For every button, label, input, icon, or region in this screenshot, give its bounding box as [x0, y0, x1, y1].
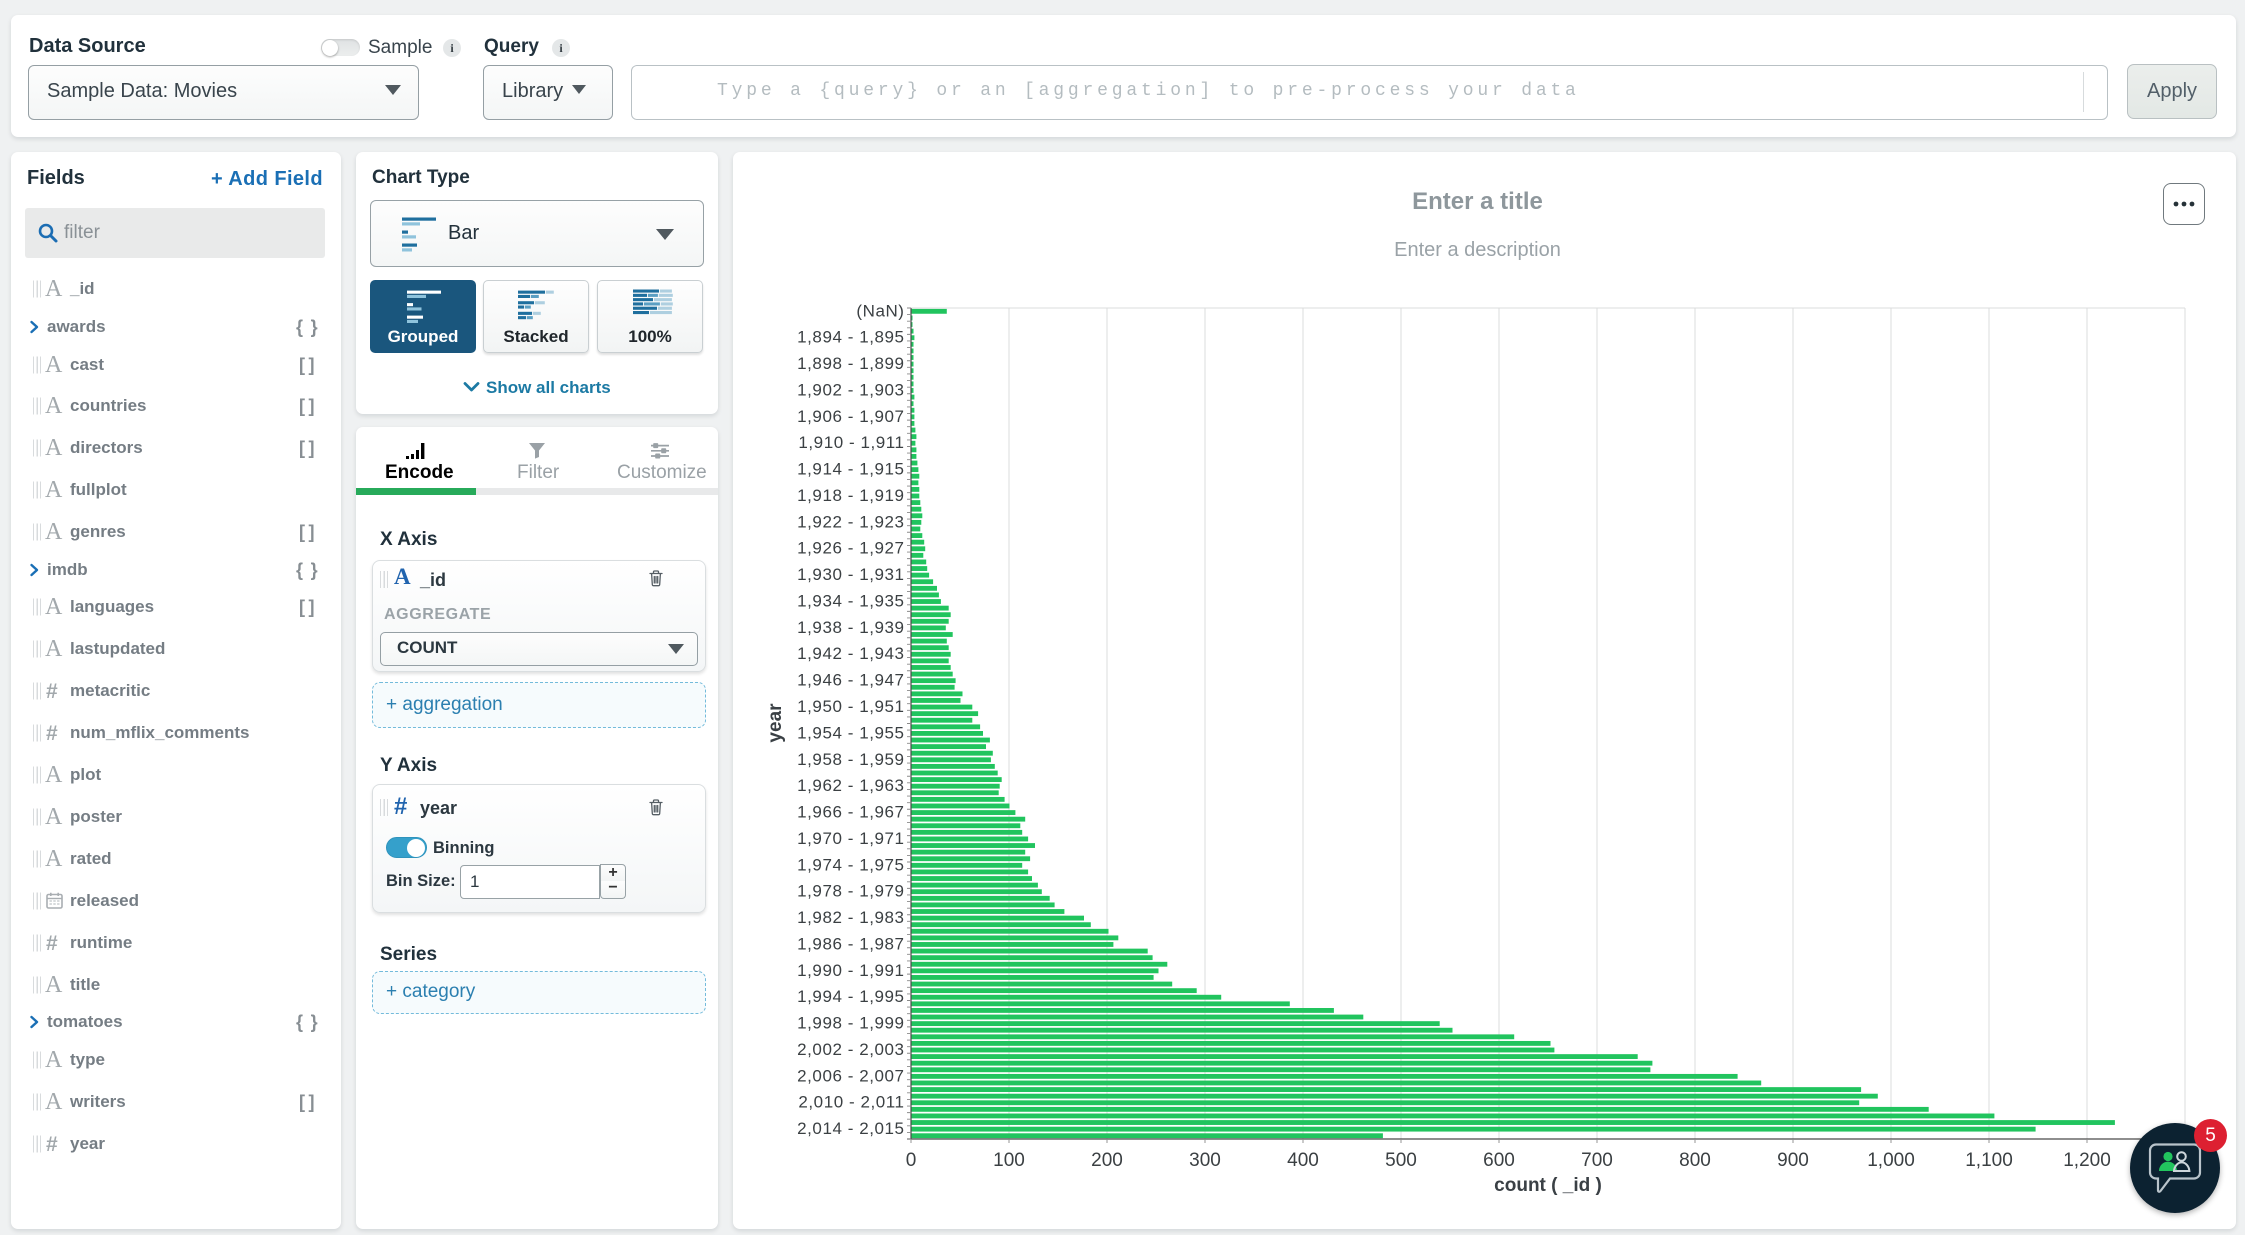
svg-text:1,906 - 1,907: 1,906 - 1,907	[797, 407, 904, 426]
svg-text:1,100: 1,100	[1965, 1150, 2013, 1171]
svg-text:2,006 - 2,007: 2,006 - 2,007	[797, 1066, 904, 1085]
svg-text:600: 600	[1483, 1150, 1515, 1171]
svg-text:2,002 - 2,003: 2,002 - 2,003	[797, 1040, 904, 1059]
svg-text:1,930 - 1,931: 1,930 - 1,931	[797, 565, 904, 584]
svg-text:1,982 - 1,983: 1,982 - 1,983	[797, 908, 904, 927]
svg-text:1,938 - 1,939: 1,938 - 1,939	[797, 618, 904, 637]
svg-text:1,986 - 1,987: 1,986 - 1,987	[797, 934, 904, 953]
svg-text:year: year	[765, 703, 786, 743]
svg-text:1,994 - 1,995: 1,994 - 1,995	[797, 987, 904, 1006]
svg-text:2,014 - 2,015: 2,014 - 2,015	[797, 1119, 904, 1138]
svg-text:1,894 - 1,895: 1,894 - 1,895	[797, 328, 904, 347]
svg-text:700: 700	[1581, 1150, 1613, 1171]
svg-text:1,970 - 1,971: 1,970 - 1,971	[797, 829, 904, 848]
svg-text:1,902 - 1,903: 1,902 - 1,903	[797, 380, 904, 399]
svg-text:1,946 - 1,947: 1,946 - 1,947	[797, 671, 904, 690]
svg-text:900: 900	[1777, 1150, 1809, 1171]
svg-text:1,918 - 1,919: 1,918 - 1,919	[797, 486, 904, 505]
svg-text:1,958 - 1,959: 1,958 - 1,959	[797, 750, 904, 769]
svg-text:1,910 - 1,911: 1,910 - 1,911	[798, 433, 904, 452]
svg-text:1,962 - 1,963: 1,962 - 1,963	[797, 776, 904, 795]
svg-text:1,990 - 1,991: 1,990 - 1,991	[797, 961, 904, 980]
svg-text:300: 300	[1189, 1150, 1221, 1171]
svg-text:800: 800	[1679, 1150, 1711, 1171]
svg-text:500: 500	[1385, 1150, 1417, 1171]
svg-text:(NaN): (NaN)	[856, 301, 904, 320]
svg-text:1,974 - 1,975: 1,974 - 1,975	[797, 855, 904, 874]
svg-text:1,954 - 1,955: 1,954 - 1,955	[797, 723, 904, 742]
svg-text:count ( _id ): count ( _id )	[1494, 1175, 1602, 1196]
svg-text:1,978 - 1,979: 1,978 - 1,979	[797, 882, 904, 901]
svg-text:1,926 - 1,927: 1,926 - 1,927	[797, 539, 904, 558]
svg-text:1,950 - 1,951: 1,950 - 1,951	[797, 697, 904, 716]
svg-text:100: 100	[993, 1150, 1025, 1171]
svg-text:1,922 - 1,923: 1,922 - 1,923	[797, 512, 904, 531]
svg-text:1,998 - 1,999: 1,998 - 1,999	[797, 1014, 904, 1033]
svg-text:1,966 - 1,967: 1,966 - 1,967	[797, 803, 904, 822]
svg-text:0: 0	[906, 1150, 917, 1171]
svg-text:400: 400	[1287, 1150, 1319, 1171]
svg-text:1,942 - 1,943: 1,942 - 1,943	[797, 644, 904, 663]
svg-text:1,898 - 1,899: 1,898 - 1,899	[797, 354, 904, 373]
svg-text:200: 200	[1091, 1150, 1123, 1171]
svg-text:1,000: 1,000	[1867, 1150, 1915, 1171]
svg-text:1,934 - 1,935: 1,934 - 1,935	[797, 592, 904, 611]
svg-text:2,010 - 2,011: 2,010 - 2,011	[798, 1093, 904, 1112]
svg-text:1,200: 1,200	[2063, 1150, 2111, 1171]
svg-text:1,914 - 1,915: 1,914 - 1,915	[797, 460, 904, 479]
